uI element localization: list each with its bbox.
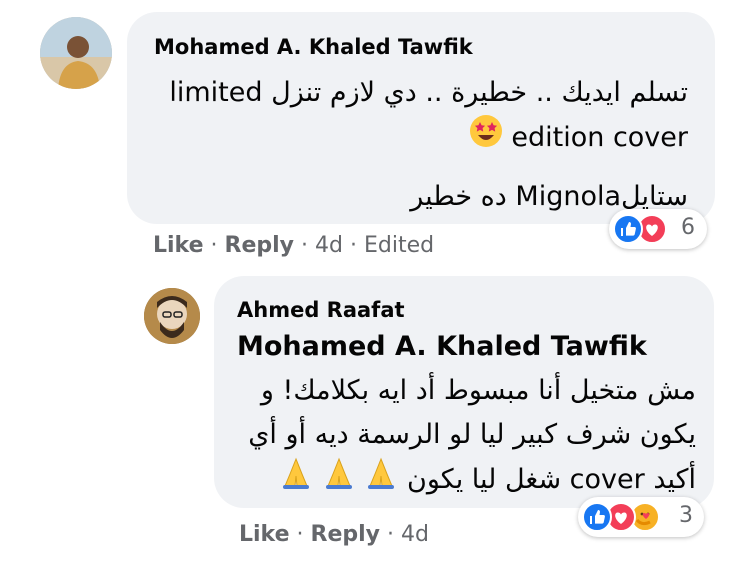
comment-text-line: يكون شرف كبير ليا لو الرسمة ديه أو أي: [248, 419, 696, 450]
reaction-count: 6: [681, 215, 695, 240]
comment-text-line: مش متخيل أنا مبسوط أد ايه بكلامك! و: [260, 375, 696, 406]
like-icon: [613, 214, 643, 244]
folded-hands-emoji-icon: [279, 456, 313, 505]
reply-link[interactable]: Reply: [225, 233, 295, 258]
comment-actions: Like · Reply · 4d: [239, 522, 429, 547]
timestamp[interactable]: 4d: [315, 233, 343, 258]
mentioned-user[interactable]: Mohamed A. Khaled Tawfik: [237, 331, 647, 362]
timestamp[interactable]: 4d: [401, 522, 429, 547]
avatar[interactable]: [40, 17, 112, 89]
comment-actions: Like · Reply · 4d · Edited: [153, 233, 435, 258]
reaction-count: 3: [679, 503, 693, 528]
reply-link[interactable]: Reply: [311, 522, 381, 547]
comment-author[interactable]: Mohamed A. Khaled Tawfik: [154, 35, 473, 59]
edited-label[interactable]: Edited: [364, 233, 434, 258]
like-link[interactable]: Like: [239, 522, 290, 547]
reaction-summary[interactable]: 3: [578, 497, 704, 537]
comment-text-line: تسلم ايديك .. خطيرة .. دي لازم تنزل limi…: [169, 77, 688, 108]
avatar[interactable]: [144, 288, 200, 344]
like-link[interactable]: Like: [153, 233, 204, 258]
comment-author[interactable]: Ahmed Raafat: [237, 298, 405, 322]
comment-text-line: edition cover: [469, 114, 688, 163]
comment-bubble: Mohamed A. Khaled Tawfik تسلم ايديك .. خ…: [127, 12, 715, 224]
reaction-summary[interactable]: 6: [609, 209, 707, 249]
folded-hands-emoji-icon: [322, 456, 356, 505]
like-icon: [582, 502, 612, 532]
folded-hands-emoji-icon: [364, 456, 398, 505]
star-struck-emoji-icon: [469, 114, 503, 163]
reply-bubble: Ahmed Raafat Mohamed A. Khaled Tawfik مش…: [214, 276, 714, 508]
